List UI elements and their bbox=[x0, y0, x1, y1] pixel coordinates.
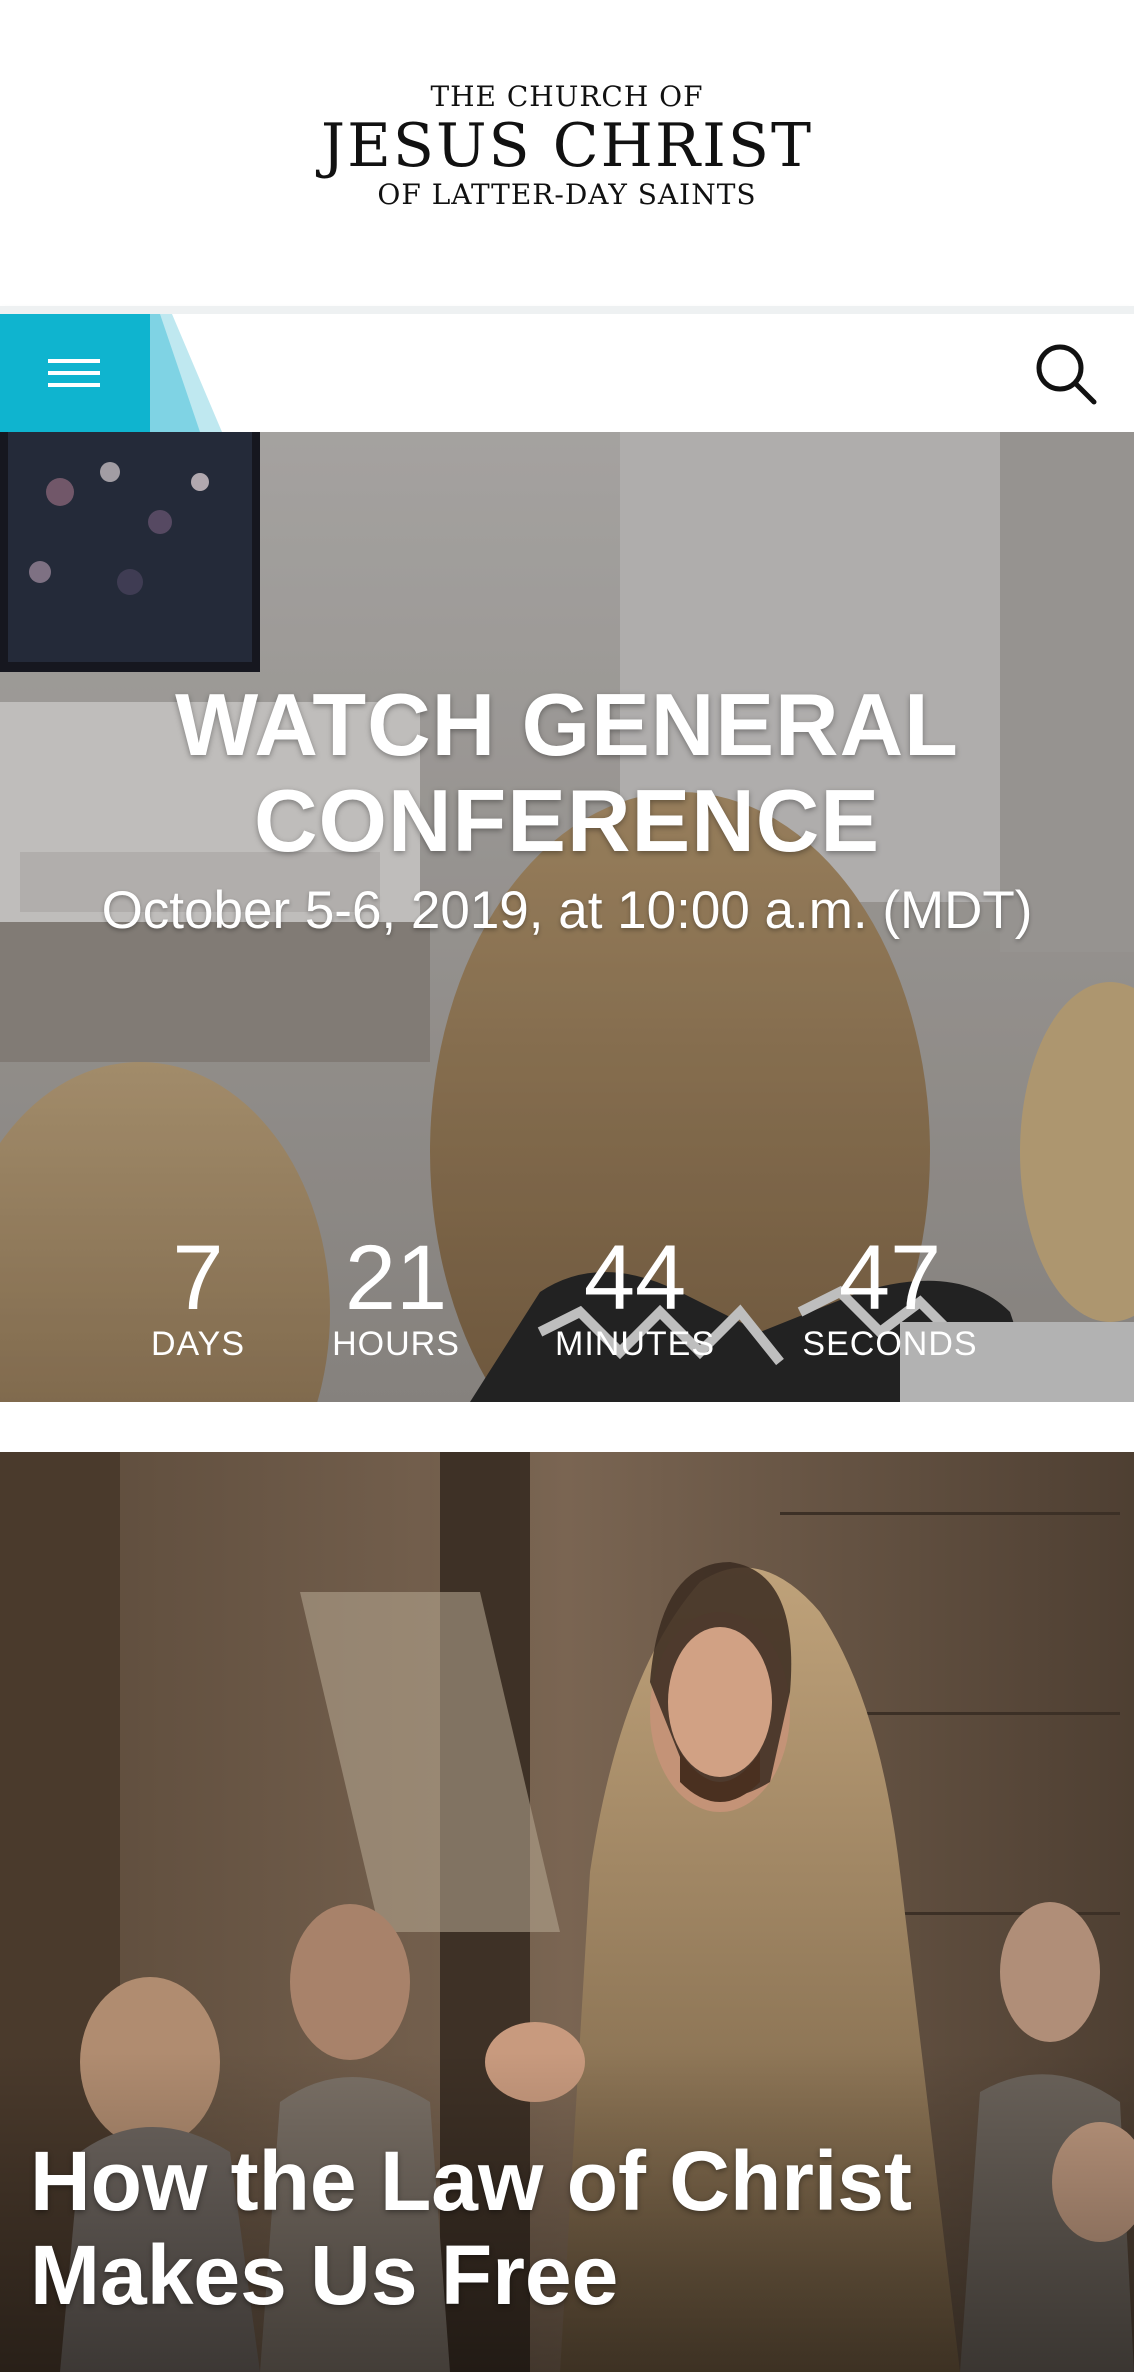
hero-date: October 5-6, 2019, at 10:00 a.m. (MDT) bbox=[101, 881, 1033, 940]
countdown-hours-label: HOURS bbox=[332, 1325, 460, 1363]
logo-line-2: JESUS CHRIST bbox=[321, 111, 813, 181]
countdown-minutes-value: 44 bbox=[583, 1227, 687, 1329]
menu-button[interactable] bbox=[0, 314, 148, 432]
countdown-days-label: DAYS bbox=[150, 1325, 246, 1363]
countdown-seconds-label: SECONDS bbox=[802, 1325, 978, 1363]
countdown-days-value: 7 bbox=[172, 1227, 224, 1329]
search-button[interactable] bbox=[1028, 336, 1104, 412]
countdown-minutes-label: MINUTES bbox=[555, 1325, 715, 1363]
countdown-timer: 7 DAYS 21 HOURS 44 MINUTES 47 SECONDS bbox=[0, 1232, 1134, 1372]
hero-title: WATCH GENERAL CONFERENCE bbox=[0, 677, 1134, 869]
church-logo[interactable]: THE CHURCH OF JESUS CHRIST OF LATTER-DAY… bbox=[0, 80, 1134, 212]
countdown-minutes: 44 MINUTES bbox=[540, 1232, 730, 1364]
hamburger-icon bbox=[48, 359, 100, 387]
nav-bar bbox=[0, 306, 1134, 432]
site-header: THE CHURCH OF JESUS CHRIST OF LATTER-DAY… bbox=[0, 0, 1134, 306]
hero-title-line-2: CONFERENCE bbox=[253, 771, 881, 870]
feature-title[interactable]: How the Law of Christ Makes Us Free bbox=[30, 2134, 1114, 2322]
feature-article-card[interactable]: How the Law of Christ Makes Us Free bbox=[0, 1452, 1134, 2372]
hero-title-line-1: WATCH GENERAL bbox=[175, 675, 959, 774]
countdown-hours-value: 21 bbox=[344, 1227, 448, 1329]
logo-line-3: OF LATTER-DAY SAINTS bbox=[377, 178, 757, 211]
search-icon bbox=[1036, 344, 1097, 405]
countdown-seconds: 47 SECONDS bbox=[790, 1232, 990, 1364]
logo-line-1: THE CHURCH OF bbox=[430, 80, 704, 113]
menu-block bbox=[0, 314, 230, 432]
countdown-seconds-value: 47 bbox=[838, 1227, 942, 1329]
conference-hero[interactable]: WATCH GENERAL CONFERENCE October 5-6, 20… bbox=[0, 432, 1134, 1402]
countdown-hours: 21 HOURS bbox=[326, 1232, 466, 1364]
countdown-days: 7 DAYS bbox=[148, 1232, 248, 1364]
